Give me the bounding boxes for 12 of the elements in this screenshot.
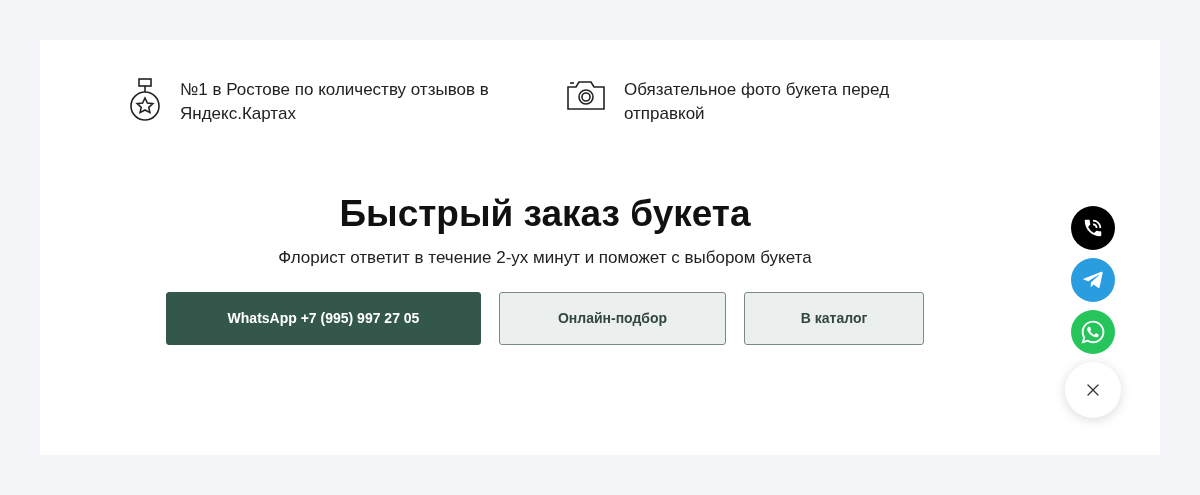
action-button[interactable]: В каталог — [744, 292, 924, 345]
camera-icon — [566, 78, 606, 112]
action-button[interactable]: Онлайн-подбор — [499, 292, 726, 345]
feature-text: Обязательное фото букета перед отправкой — [624, 79, 891, 125]
phone-icon — [1082, 217, 1104, 239]
medal-icon — [128, 78, 162, 122]
section-subtitle: Флорист ответит в течение 2-ух минут и поможет с выбором букета — [278, 247, 812, 269]
paper-plane-icon — [1082, 269, 1104, 291]
section-title: Быстрый заказ букета — [339, 192, 751, 236]
whatsapp-phone-button[interactable]: WhatsApp +7 (995) 997 27 05 — [166, 292, 481, 345]
chat-phone-icon — [1080, 319, 1106, 345]
feature-text: №1 в Ростове по количеству отзывов в Яндекс.Картах — [180, 79, 490, 125]
